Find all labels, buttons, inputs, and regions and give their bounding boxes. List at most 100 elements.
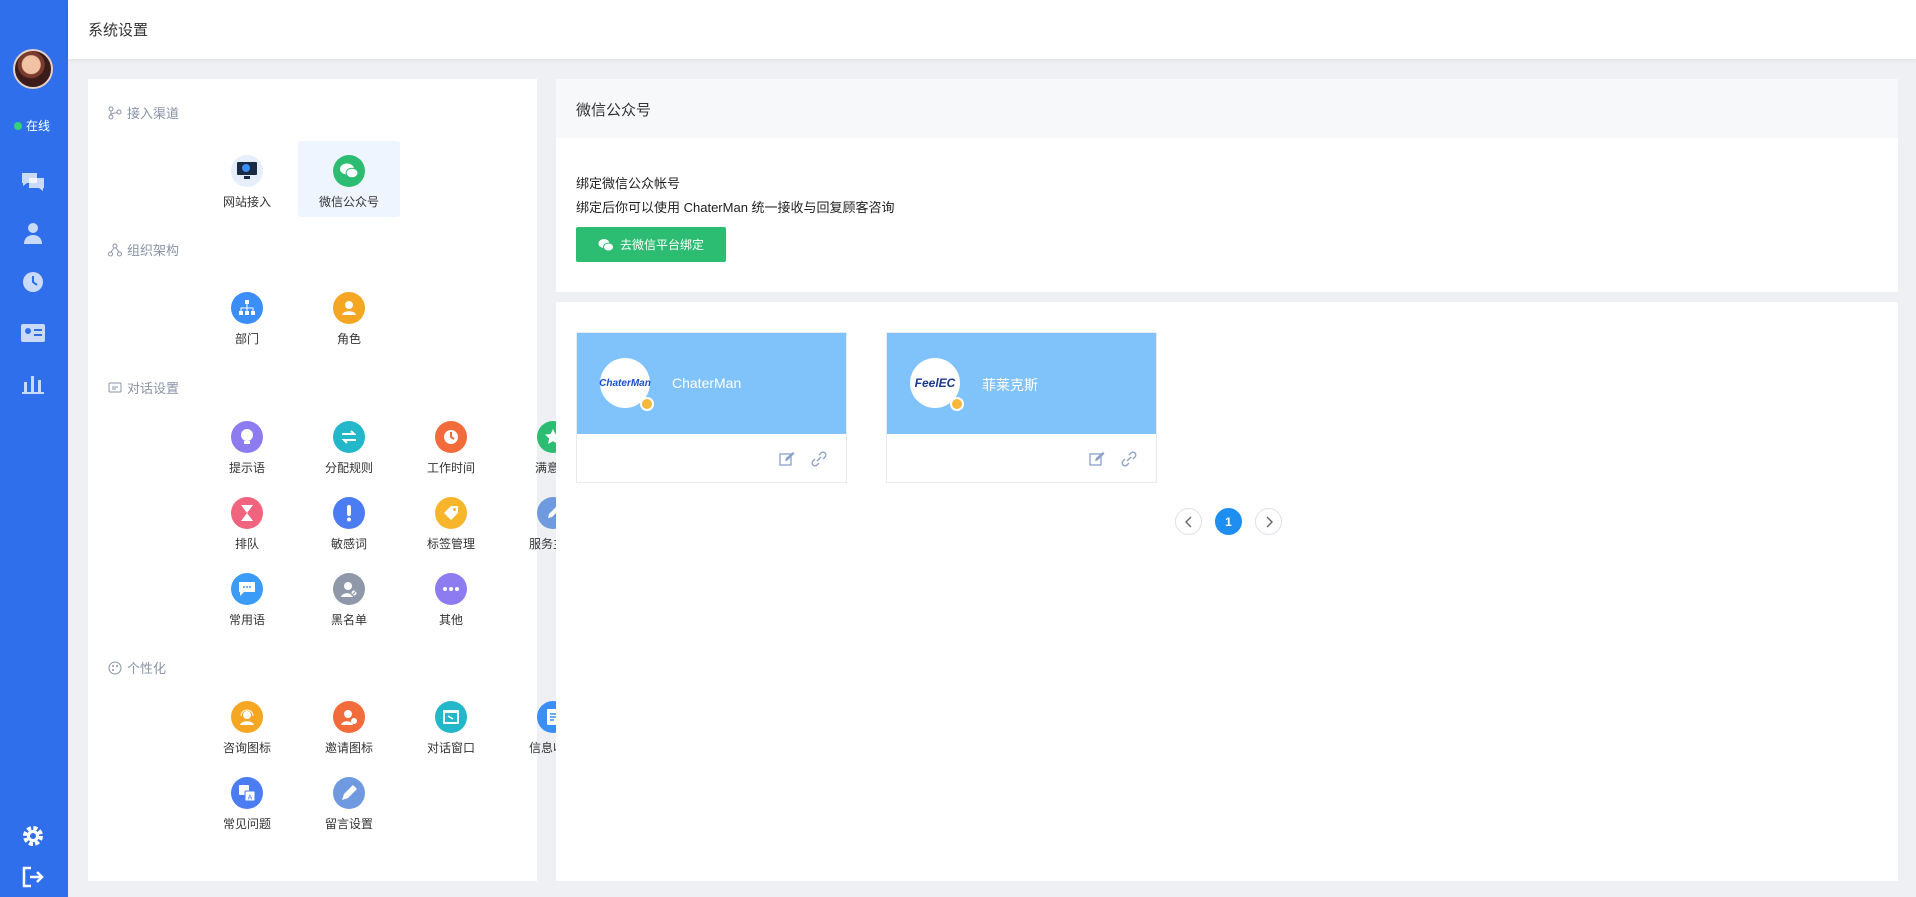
tile-faq[interactable]: A 常见问题 xyxy=(196,763,298,839)
stats-icon[interactable] xyxy=(19,369,47,397)
account-card-header: FeelEC 菲莱克斯 xyxy=(887,333,1156,434)
bind-title: 绑定微信公众帐号 xyxy=(576,176,681,191)
prev-page-button[interactable] xyxy=(1175,508,1202,535)
tile-common-phrases[interactable]: 常用语 xyxy=(196,559,298,635)
account-actions xyxy=(1088,450,1138,468)
settings-panel: 接入渠道 网站接入 微信公众号 组织架构 部门 角色 对话设置 提示语 分配规则… xyxy=(88,79,577,881)
section-dialog-title: 对话设置 xyxy=(108,378,179,397)
tile-department[interactable]: 部门 xyxy=(196,278,298,354)
bind-description: 绑定后你可以使用 ChaterMan 统一接收与回复顾客咨询 xyxy=(576,200,895,215)
consult-icon xyxy=(231,701,263,733)
svg-text:A: A xyxy=(248,795,253,802)
unbind-link-icon[interactable] xyxy=(810,450,828,468)
section-personal-title: 个性化 xyxy=(108,658,166,677)
verified-badge-icon xyxy=(640,397,654,411)
tile-role[interactable]: 角色 xyxy=(298,278,400,354)
page-number-button[interactable]: 1 xyxy=(1215,508,1242,535)
status-dot xyxy=(14,121,22,130)
chat-icon[interactable] xyxy=(19,168,47,196)
tile-label: 微信公众号 xyxy=(318,195,379,209)
wechat-icon xyxy=(333,155,365,187)
clock-icon xyxy=(435,421,467,453)
tile-blacklist[interactable]: 黑名单 xyxy=(298,559,400,635)
settings-icon[interactable] xyxy=(19,822,47,850)
hourglass-icon xyxy=(231,497,263,529)
monitor-icon xyxy=(231,155,263,187)
tile-wechat[interactable]: 微信公众号 xyxy=(298,141,400,217)
tile-label: 网站接入 xyxy=(222,195,271,209)
account-actions xyxy=(778,450,828,468)
edit-icon[interactable] xyxy=(1088,450,1106,468)
logout-icon[interactable] xyxy=(19,863,47,891)
section-org-title: 组织架构 xyxy=(108,240,179,259)
avatar[interactable] xyxy=(13,49,53,89)
tag-icon xyxy=(435,497,467,529)
tile-label: 咨询图标 xyxy=(222,741,271,755)
tile-invite-icon[interactable]: 邀请图标 xyxy=(298,687,400,763)
tile-label: 其他 xyxy=(438,613,463,627)
tile-label: 常见问题 xyxy=(222,817,271,831)
tile-label: 工作时间 xyxy=(426,461,475,475)
org-icon xyxy=(108,243,122,256)
section-channels-title: 接入渠道 xyxy=(108,103,179,122)
tile-prompt[interactable]: 提示语 xyxy=(196,407,298,483)
faq-icon: A xyxy=(231,777,263,809)
tile-work-hours[interactable]: 工作时间 xyxy=(400,407,502,483)
account-card[interactable]: ChaterMan ChaterMan xyxy=(576,332,847,483)
invite-icon xyxy=(333,701,365,733)
next-page-button[interactable] xyxy=(1255,508,1282,535)
wechat-bind-card: 微信公众号 绑定微信公众帐号 绑定后你可以使用 ChaterMan 统一接收与回… xyxy=(556,79,1898,292)
tile-tag-management[interactable]: 标签管理 xyxy=(400,483,502,559)
online-status[interactable]: 在线 xyxy=(14,117,50,134)
tile-label: 黑名单 xyxy=(330,613,367,627)
tile-label: 留言设置 xyxy=(324,817,373,831)
chevron-right-icon xyxy=(1266,516,1273,527)
bulb-icon xyxy=(231,421,263,453)
chevron-left-icon xyxy=(1184,516,1191,527)
tile-consult-icon[interactable]: 咨询图标 xyxy=(196,687,298,763)
branch-icon xyxy=(108,106,122,119)
tile-other[interactable]: 其他 xyxy=(400,559,502,635)
org-tree-icon xyxy=(231,292,263,324)
logo-text: ChaterMan xyxy=(599,377,651,389)
tile-label: 标签管理 xyxy=(426,537,475,551)
logo-text: FeelEC xyxy=(914,376,956,390)
unbind-link-icon[interactable] xyxy=(1120,450,1138,468)
tile-label: 对话窗口 xyxy=(426,741,475,755)
section-label: 组织架构 xyxy=(127,243,180,258)
dialog-icon xyxy=(108,382,122,392)
bind-wechat-button[interactable]: 去微信平台绑定 xyxy=(576,227,726,262)
section-label: 对话设置 xyxy=(127,381,180,396)
tile-message-settings[interactable]: 留言设置 xyxy=(298,763,400,839)
tile-website[interactable]: 网站接入 xyxy=(196,141,298,217)
wechat-icon xyxy=(598,238,614,251)
tile-label: 敏感词 xyxy=(330,537,367,551)
history-icon[interactable] xyxy=(19,268,47,296)
account-card-header: ChaterMan ChaterMan xyxy=(577,333,846,434)
tile-queue[interactable]: 排队 xyxy=(196,483,298,559)
tile-dialog-window[interactable]: 对话窗口 xyxy=(400,687,502,763)
contact-card-icon[interactable] xyxy=(19,319,47,347)
account-name: ChaterMan xyxy=(672,375,742,391)
section-label: 个性化 xyxy=(127,661,167,676)
pagination: 1 xyxy=(1175,508,1282,535)
customer-icon[interactable] xyxy=(19,219,47,247)
tile-label: 部门 xyxy=(234,332,259,346)
window-icon xyxy=(435,701,467,733)
tile-assign-rules[interactable]: 分配规则 xyxy=(298,407,400,483)
top-bar: 系统设置 xyxy=(68,0,1916,59)
tile-label: 常用语 xyxy=(228,613,265,627)
note-icon xyxy=(333,777,365,809)
message-icon xyxy=(231,573,263,605)
tile-label: 邀请图标 xyxy=(324,741,373,755)
tile-sensitive-words[interactable]: 敏感词 xyxy=(298,483,400,559)
section-label: 接入渠道 xyxy=(127,106,180,121)
edit-icon[interactable] xyxy=(778,450,796,468)
swap-icon xyxy=(333,421,365,453)
account-card[interactable]: FeelEC 菲莱克斯 xyxy=(886,332,1157,483)
wechat-header: 微信公众号 xyxy=(556,79,1898,138)
tile-label: 排队 xyxy=(234,537,259,551)
tile-label: 分配规则 xyxy=(324,461,373,475)
role-icon xyxy=(333,292,365,324)
exclamation-icon xyxy=(333,497,365,529)
